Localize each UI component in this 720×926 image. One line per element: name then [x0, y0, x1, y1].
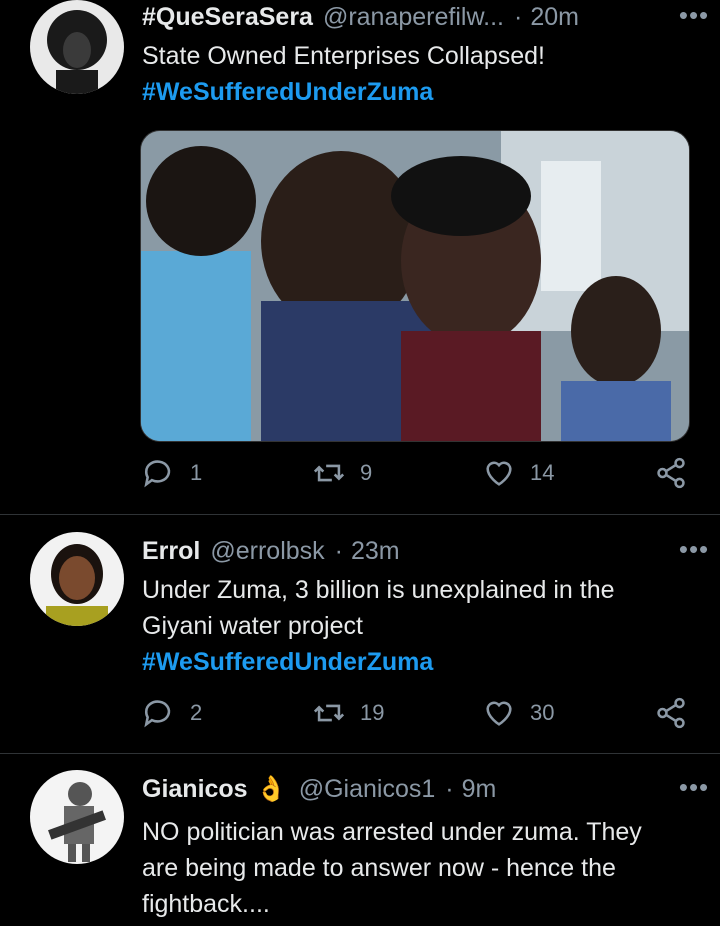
retweet-count: 9: [360, 460, 373, 485]
tweet-3[interactable]: Gianicos 👌 @Gianicos1 · 9m ••• NO politi…: [0, 770, 720, 926]
timestamp[interactable]: 20m: [530, 3, 579, 32]
reply-button[interactable]: 2: [142, 696, 202, 730]
avatar[interactable]: [30, 770, 124, 864]
reply-icon: [144, 700, 171, 728]
like-count: 14: [530, 460, 555, 485]
reply-count: 2: [190, 700, 203, 725]
heart-icon: [486, 701, 512, 726]
retweet-count: 19: [360, 700, 385, 725]
share-icon: [657, 457, 685, 489]
reply-icon: [144, 460, 171, 488]
retweet-button[interactable]: 19: [312, 696, 384, 730]
avatar[interactable]: [30, 0, 124, 94]
retweet-icon: [313, 704, 345, 722]
like-button[interactable]: 30: [482, 696, 554, 730]
author-name[interactable]: #QueSeraSera: [142, 3, 313, 32]
author-handle[interactable]: @ranaperefilw...: [323, 3, 504, 32]
heart-icon: [486, 461, 512, 486]
share-button[interactable]: [654, 456, 702, 490]
tweet-text: NO politician was arrested under zuma. T…: [142, 818, 642, 918]
like-button[interactable]: 14: [482, 456, 554, 490]
separator-dot: ·: [445, 774, 454, 803]
more-dots-icon[interactable]: •••: [676, 534, 712, 568]
more-dots-icon[interactable]: •••: [676, 772, 712, 806]
share-button[interactable]: [654, 696, 702, 730]
author-handle[interactable]: @Gianicos1: [299, 775, 436, 804]
author-name[interactable]: Gianicos: [142, 775, 248, 804]
ok-hand-emoji: 👌: [255, 774, 287, 803]
tweet-1[interactable]: #QueSeraSera @ranaperefilw... · 20m ••• …: [0, 0, 720, 512]
reply-button[interactable]: 1: [142, 456, 202, 490]
action-bar: 1 9 14: [142, 456, 702, 496]
tweet-2[interactable]: Errol @errolbsk · 23m ••• Under Zuma, 3 …: [0, 532, 720, 752]
divider: [0, 514, 720, 515]
share-icon: [657, 697, 685, 729]
timestamp[interactable]: 23m: [351, 537, 400, 566]
author-name[interactable]: Errol: [142, 537, 200, 566]
tweet-photo[interactable]: [140, 130, 690, 442]
more-dots-icon[interactable]: •••: [676, 0, 712, 34]
avatar[interactable]: [30, 532, 124, 626]
action-bar: 2 19 30: [142, 696, 702, 736]
tweet-text-block: NO politician was arrested under zuma. T…: [142, 814, 680, 922]
tweet-text: State Owned Enterprises Collapsed!: [142, 42, 545, 70]
tweet-text-block: State Owned Enterprises Collapsed! #WeSu…: [142, 38, 680, 110]
hashtag-link[interactable]: #WeSufferedUnderZuma: [142, 644, 680, 680]
author-handle[interactable]: @errolbsk: [210, 537, 324, 566]
reply-count: 1: [190, 460, 203, 485]
tweet-text-block: Under Zuma, 3 billion is unexplained in …: [142, 572, 680, 680]
retweet-button[interactable]: 9: [312, 456, 372, 490]
separator-dot: ·: [513, 2, 523, 31]
divider: [0, 753, 720, 754]
hashtag-link[interactable]: #WeSufferedUnderZuma: [142, 74, 680, 110]
like-count: 30: [530, 700, 555, 725]
tweet-text: Under Zuma, 3 billion is unexplained in …: [142, 576, 615, 640]
retweet-icon: [313, 464, 345, 482]
separator-dot: ·: [334, 536, 343, 565]
timestamp[interactable]: 9m: [462, 775, 497, 804]
